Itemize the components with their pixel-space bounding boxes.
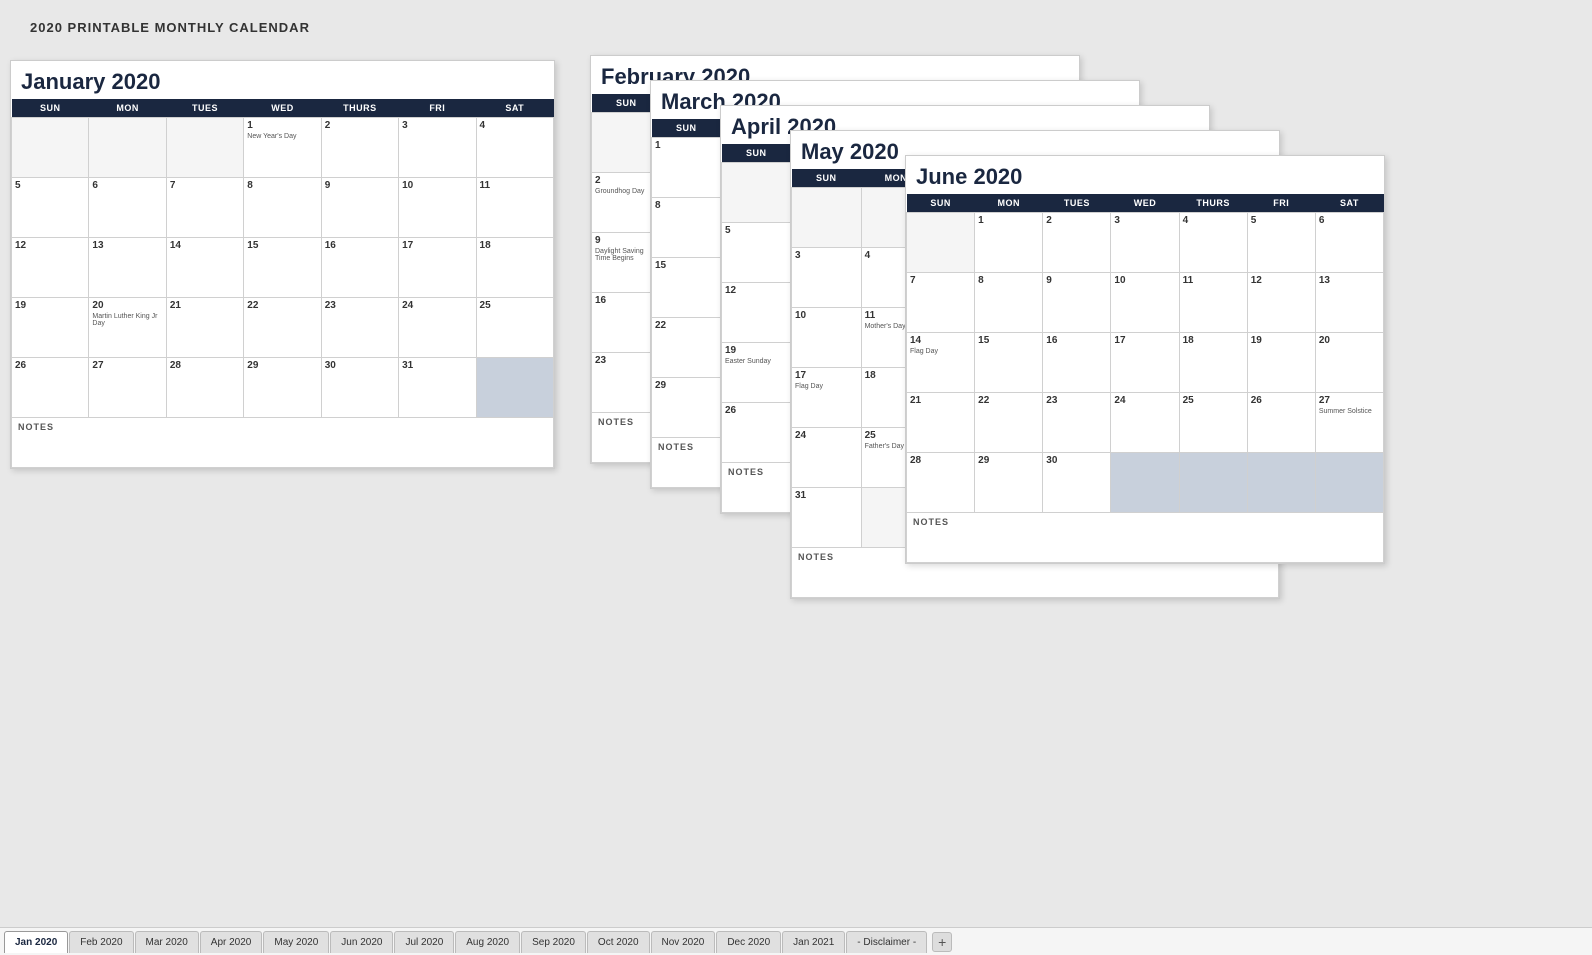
tab-jul-2020[interactable]: Jul 2020 xyxy=(394,931,454,953)
table-row: 19 xyxy=(12,298,89,358)
day-header-thu: THURS xyxy=(321,99,398,118)
table-row: 3 xyxy=(399,118,476,178)
table-row: 11 xyxy=(476,178,553,238)
june-title: June 2020 xyxy=(906,156,1384,194)
day-header-tue: TUES xyxy=(166,99,243,118)
table-row: 22 xyxy=(244,298,321,358)
tab-jun-2020[interactable]: Jun 2020 xyxy=(330,931,393,953)
table-row: 30 xyxy=(321,358,398,418)
table-row: 31 xyxy=(399,358,476,418)
tab-feb-2020[interactable]: Feb 2020 xyxy=(69,931,133,953)
tab-apr-2020[interactable]: Apr 2020 xyxy=(200,931,263,953)
tab-mar-2020[interactable]: Mar 2020 xyxy=(135,931,199,953)
tab-jan-2021[interactable]: Jan 2021 xyxy=(782,931,845,953)
table-row: 17 xyxy=(399,238,476,298)
table-row: 8 xyxy=(244,178,321,238)
main-content: 2020 PRINTABLE MONTHLY CALENDAR January … xyxy=(0,0,1592,927)
table-row: 18 xyxy=(476,238,553,298)
tab-sep-2020[interactable]: Sep 2020 xyxy=(521,931,586,953)
day-header-sun: SUN xyxy=(12,99,89,118)
day-header-mon: MON xyxy=(89,99,166,118)
add-sheet-button[interactable]: + xyxy=(932,932,952,952)
tab-may-2020[interactable]: May 2020 xyxy=(263,931,329,953)
table-row: 13 xyxy=(89,238,166,298)
table-row: 24 xyxy=(399,298,476,358)
table-row: 29 xyxy=(244,358,321,418)
calendar-june: June 2020 SUN MON TUES WED THURS FRI SAT… xyxy=(905,155,1385,564)
table-row: 6 xyxy=(89,178,166,238)
table-row xyxy=(166,118,243,178)
table-row: 28 xyxy=(166,358,243,418)
tab-oct-2020[interactable]: Oct 2020 xyxy=(587,931,650,953)
table-row: 27 xyxy=(89,358,166,418)
table-row: 14 xyxy=(166,238,243,298)
table-row: 16 xyxy=(321,238,398,298)
tab-bar: Jan 2020 Feb 2020 Mar 2020 Apr 2020 May … xyxy=(0,927,1592,955)
table-row: 7 xyxy=(166,178,243,238)
day-header-sat: SAT xyxy=(476,99,553,118)
table-row: 15 xyxy=(244,238,321,298)
tab-disclaimer[interactable]: - Disclaimer - xyxy=(846,931,927,953)
table-row xyxy=(89,118,166,178)
table-row: 1New Year's Day xyxy=(244,118,321,178)
table-row: 20Martin Luther King Jr Day xyxy=(89,298,166,358)
table-row xyxy=(12,118,89,178)
table-row: 21 xyxy=(166,298,243,358)
table-row: 23 xyxy=(321,298,398,358)
tab-aug-2020[interactable]: Aug 2020 xyxy=(455,931,520,953)
table-row: 26 xyxy=(12,358,89,418)
calendar-january: January 2020 SUN MON TUES WED THURS FRI … xyxy=(10,60,555,469)
day-header-wed: WED xyxy=(244,99,321,118)
table-row: 9 xyxy=(321,178,398,238)
january-title: January 2020 xyxy=(11,61,554,99)
tab-nov-2020[interactable]: Nov 2020 xyxy=(651,931,716,953)
table-row: 10 xyxy=(399,178,476,238)
day-header-fri: FRI xyxy=(399,99,476,118)
table-row xyxy=(476,358,553,418)
table-row: 12 xyxy=(12,238,89,298)
table-row: 25 xyxy=(476,298,553,358)
table-row: 2 xyxy=(321,118,398,178)
page-title: 2020 PRINTABLE MONTHLY CALENDAR xyxy=(30,20,1562,35)
tab-dec-2020[interactable]: Dec 2020 xyxy=(716,931,781,953)
notes-section: NOTES xyxy=(12,418,554,468)
table-row: 5 xyxy=(12,178,89,238)
tab-jan-2020[interactable]: Jan 2020 xyxy=(4,931,68,953)
table-row: 4 xyxy=(476,118,553,178)
